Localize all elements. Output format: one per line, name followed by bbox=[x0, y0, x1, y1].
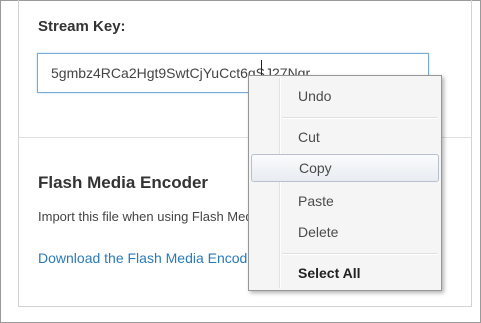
menu-item-delete[interactable]: Delete bbox=[251, 218, 439, 246]
menu-separator bbox=[282, 253, 437, 255]
menu-separator bbox=[282, 117, 437, 119]
menu-item-cut[interactable]: Cut bbox=[251, 123, 439, 151]
context-menu: Undo Cut Copy Paste Delete Select All bbox=[248, 75, 442, 291]
menu-item-copy[interactable]: Copy bbox=[251, 154, 439, 182]
stream-key-label: Stream Key: bbox=[38, 18, 126, 35]
flash-media-encoder-heading: Flash Media Encoder bbox=[38, 173, 209, 192]
menu-item-select-all[interactable]: Select All bbox=[251, 259, 439, 287]
menu-item-paste[interactable]: Paste bbox=[251, 187, 439, 215]
menu-item-undo[interactable]: Undo bbox=[251, 82, 439, 110]
